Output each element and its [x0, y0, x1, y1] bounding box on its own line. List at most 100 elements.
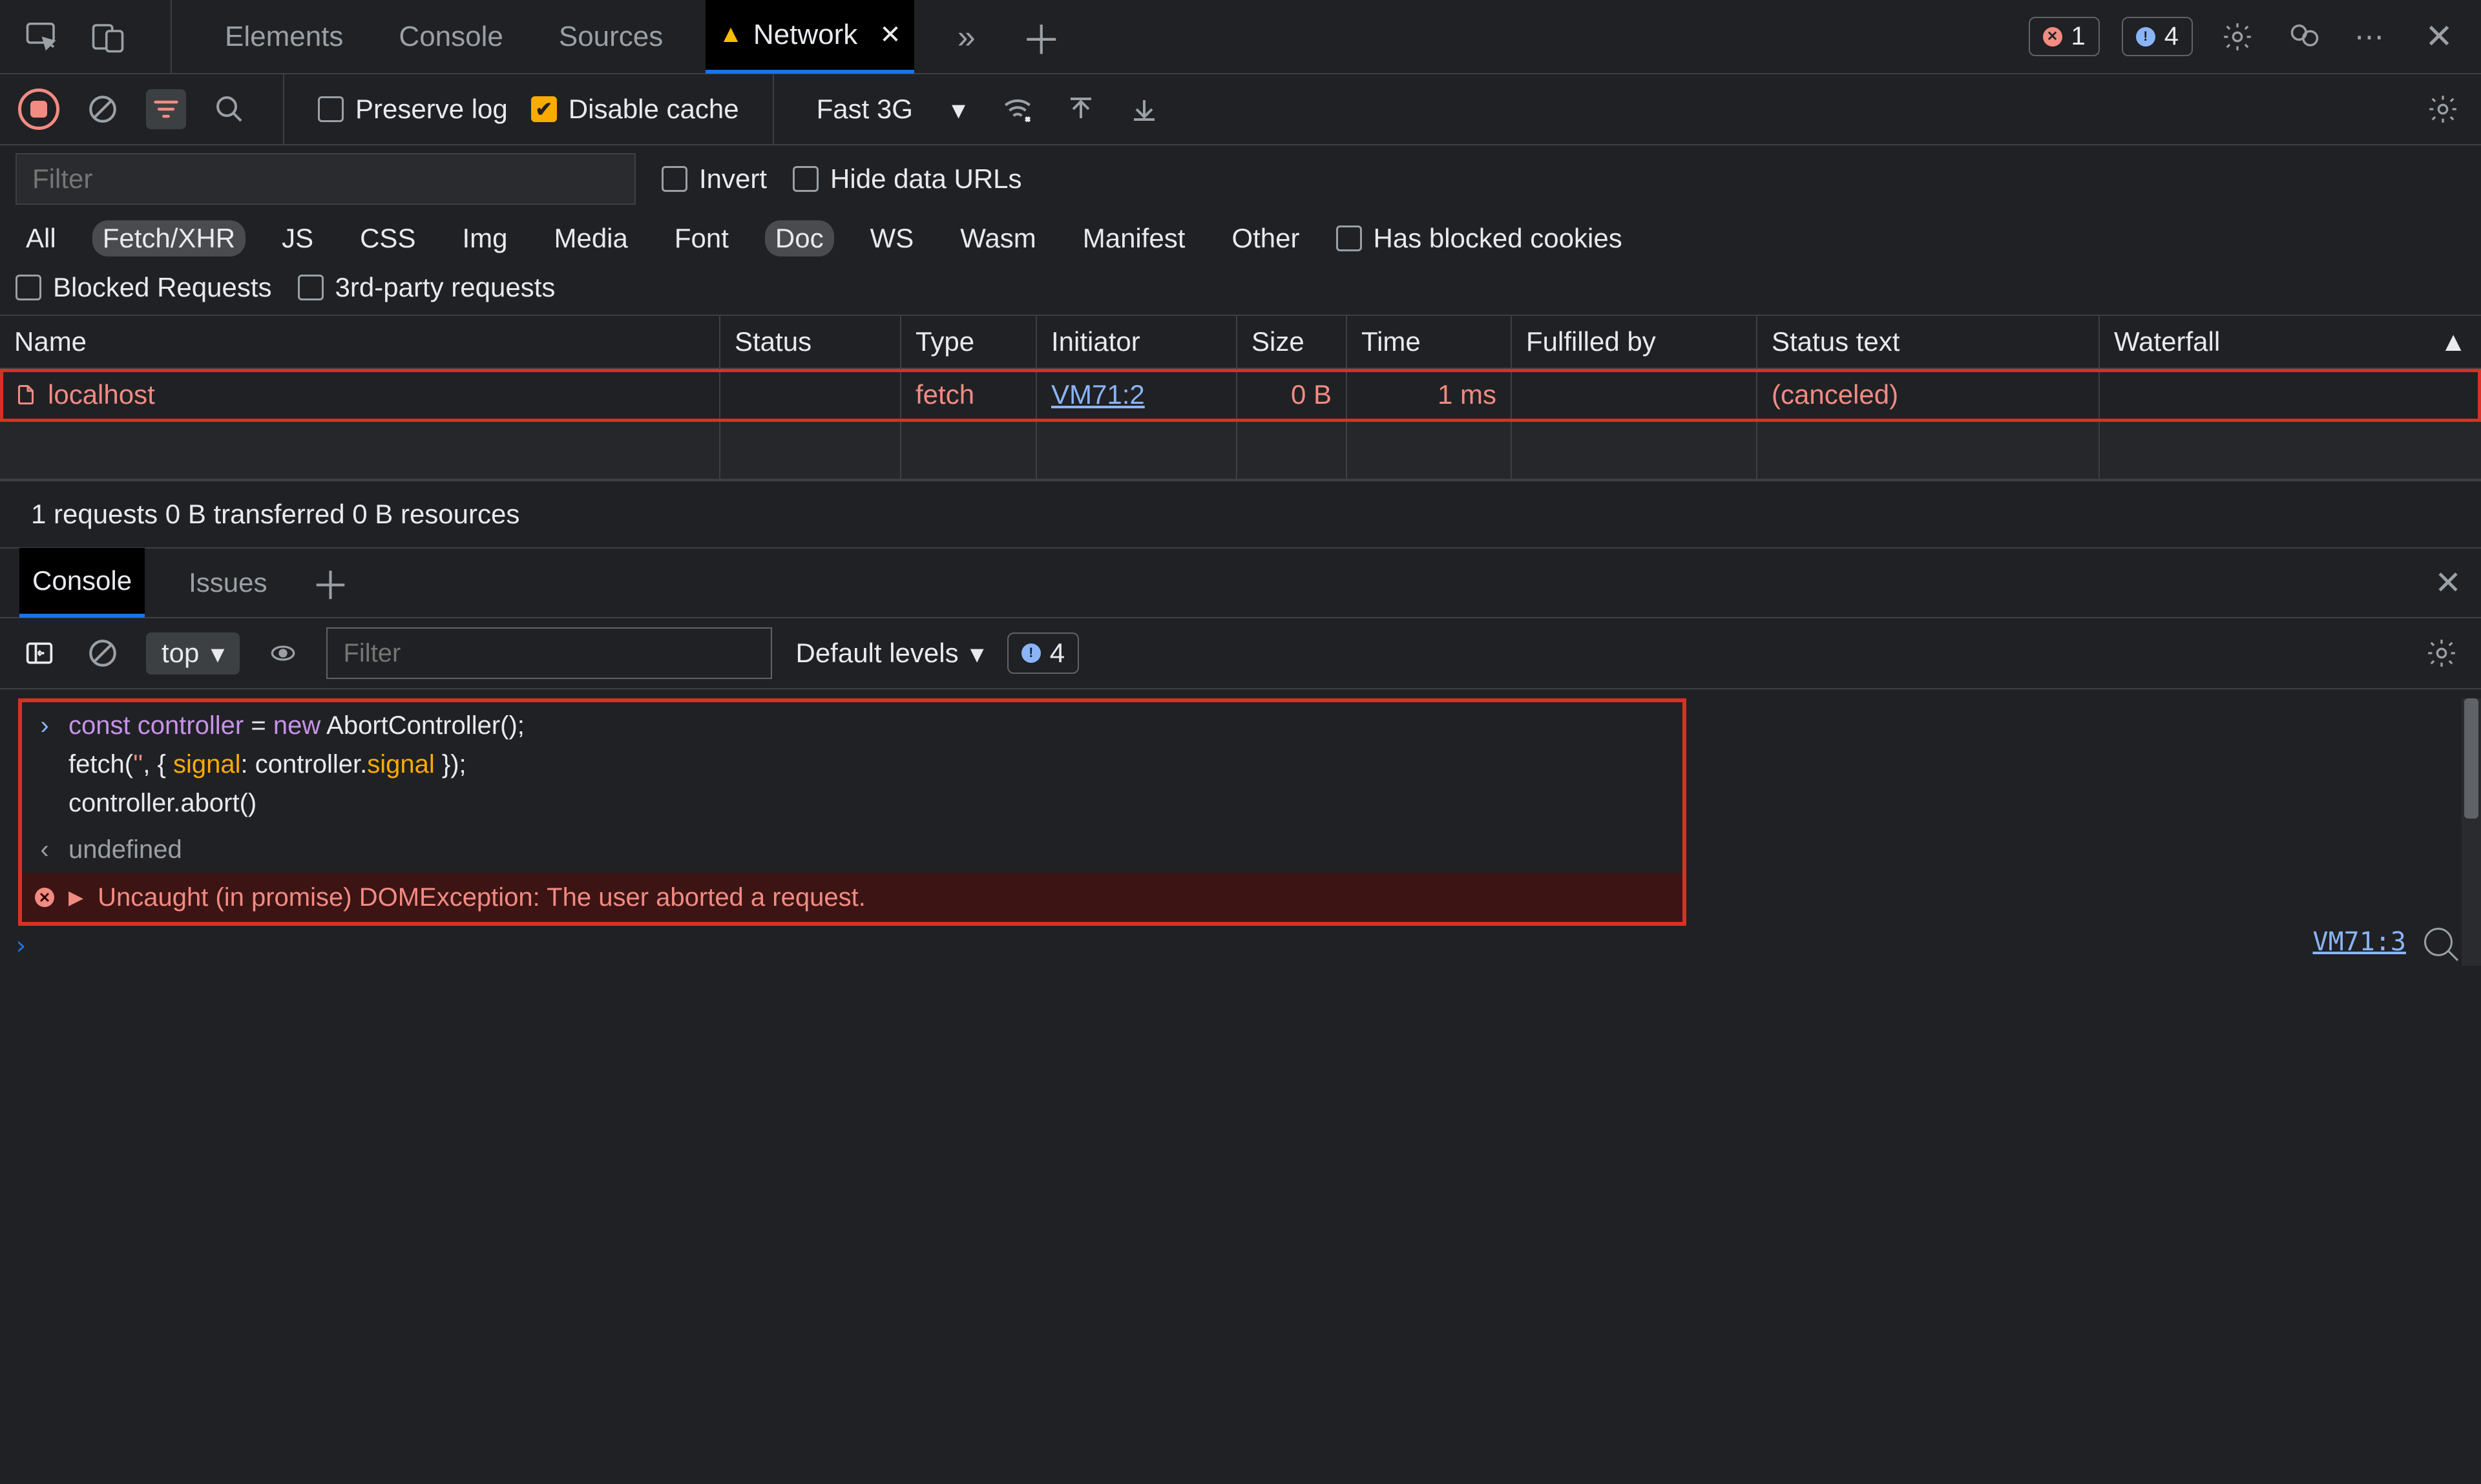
console-input[interactable]: › const controller = new AbortController…	[22, 702, 1682, 826]
error-message: Uncaught (in promise) DOMException: The …	[98, 878, 866, 917]
third-party-checkbox[interactable]: 3rd-party requests	[298, 272, 556, 303]
console-sidebar-icon[interactable]	[19, 633, 59, 673]
drawer-tab-issues[interactable]: Issues	[176, 548, 280, 618]
console-settings-icon[interactable]	[2422, 633, 2462, 673]
type-img[interactable]: Img	[452, 220, 518, 256]
inspect-element-icon[interactable]	[19, 14, 65, 59]
type-all[interactable]: All	[16, 220, 67, 256]
type-other[interactable]: Other	[1221, 220, 1310, 256]
col-time[interactable]: Time	[1347, 316, 1512, 369]
has-blocked-cookies-checkbox[interactable]: Has blocked cookies	[1336, 223, 1622, 254]
type-media[interactable]: Media	[543, 220, 638, 256]
issues-count: 4	[2164, 22, 2179, 51]
col-size[interactable]: Size	[1237, 316, 1347, 369]
col-status-text[interactable]: Status text	[1757, 316, 2100, 369]
col-type[interactable]: Type	[901, 316, 1037, 369]
download-har-icon[interactable]	[1124, 89, 1164, 129]
chevron-down-icon: ▾	[970, 638, 984, 669]
type-css[interactable]: CSS	[350, 220, 426, 256]
filter-input[interactable]	[16, 153, 636, 205]
type-fetch-xhr[interactable]: Fetch/XHR	[92, 220, 246, 256]
clear-icon[interactable]	[83, 89, 123, 129]
console-body: › const controller = new AbortController…	[0, 698, 2481, 966]
close-icon[interactable]: ✕	[879, 20, 901, 50]
device-toolbar-icon[interactable]	[85, 14, 131, 59]
request-time: 1 ms	[1347, 369, 1512, 422]
type-font[interactable]: Font	[664, 220, 739, 256]
request-initiator-link[interactable]: VM71:2	[1051, 379, 1145, 410]
input-caret-icon: ›	[35, 706, 54, 745]
sort-asc-icon: ▲	[2440, 326, 2467, 357]
drawer-tab-console[interactable]: Console	[19, 548, 145, 618]
close-devtools-icon[interactable]: ✕	[2416, 14, 2462, 59]
error-source-link[interactable]: VM71:3	[2313, 927, 2407, 957]
col-waterfall[interactable]: Waterfall ▲	[2100, 316, 2481, 369]
type-manifest[interactable]: Manifest	[1073, 220, 1196, 256]
tab-network[interactable]: ▲ Network ✕	[706, 0, 914, 74]
request-name: localhost	[48, 379, 155, 410]
warning-icon: ▲	[718, 21, 743, 48]
error-count-badge[interactable]: ✕ 1	[2029, 17, 2100, 56]
console-error[interactable]: ✕ ▶ Uncaught (in promise) DOMException: …	[22, 873, 1682, 922]
issues-count-badge[interactable]: ! 4	[2122, 17, 2193, 56]
hide-data-urls-checkbox[interactable]: Hide data URLs	[793, 163, 1021, 194]
search-icon[interactable]	[209, 89, 249, 129]
type-wasm[interactable]: Wasm	[950, 220, 1046, 256]
kebab-menu-icon[interactable]: ⋯	[2349, 14, 2394, 59]
preserve-log-checkbox[interactable]: Preserve log	[318, 94, 508, 125]
reveal-icon[interactable]	[2424, 928, 2453, 956]
upload-har-icon[interactable]	[1061, 89, 1101, 129]
table-row[interactable]: localhost fetch VM71:2 0 B 1 ms (cancele…	[0, 369, 2481, 422]
add-tab-icon[interactable]: ＋	[1019, 14, 1064, 59]
type-doc[interactable]: Doc	[765, 220, 834, 256]
type-ws[interactable]: WS	[860, 220, 925, 256]
expand-icon[interactable]: ▶	[68, 883, 83, 912]
clear-console-icon[interactable]	[83, 633, 123, 673]
settings-icon[interactable]	[2215, 14, 2260, 59]
network-toolbar: Preserve log ✔Disable cache Fast 3G ▾	[0, 74, 2481, 145]
devtools-tabstrip: Elements Console Sources ▲ Network ✕ » ＋…	[0, 0, 2481, 74]
drawer-tabstrip: Console Issues ＋ ✕	[0, 549, 2481, 618]
blocked-requests-checkbox[interactable]: Blocked Requests	[16, 272, 272, 303]
filter-toggle-icon[interactable]	[146, 89, 186, 129]
console-toolbar: top ▾ Default levels ▾ ! 4	[0, 618, 2481, 689]
console-filter-input[interactable]	[326, 627, 772, 679]
more-tabs-icon[interactable]: »	[944, 14, 989, 59]
request-type: fetch	[901, 369, 1037, 422]
add-drawer-tab-icon[interactable]: ＋	[311, 555, 350, 611]
table-header: Name Status Type Initiator Size Time Ful…	[0, 316, 2481, 369]
throttling-select[interactable]: Fast 3G ▾	[808, 94, 974, 125]
console-prompt[interactable]: ›	[0, 926, 2481, 966]
tab-elements[interactable]: Elements	[212, 0, 356, 74]
context-select[interactable]: top ▾	[146, 632, 240, 674]
output-value: undefined	[68, 830, 182, 869]
chevron-down-icon: ▾	[952, 94, 965, 125]
col-fulfilled-by[interactable]: Fulfilled by	[1512, 316, 1757, 369]
disable-cache-checkbox[interactable]: ✔Disable cache	[531, 94, 739, 125]
request-status-text: (canceled)	[1757, 369, 2100, 422]
col-name[interactable]: Name	[0, 316, 720, 369]
scrollbar[interactable]	[2462, 698, 2481, 966]
output-caret-icon: ‹	[35, 830, 54, 869]
feedback-icon[interactable]	[2282, 14, 2327, 59]
network-conditions-icon[interactable]	[998, 89, 1038, 129]
issue-icon: !	[2136, 27, 2155, 47]
col-initiator[interactable]: Initiator	[1037, 316, 1237, 369]
invert-checkbox[interactable]: Invert	[662, 163, 767, 194]
col-status[interactable]: Status	[720, 316, 901, 369]
console-issues-badge[interactable]: ! 4	[1007, 632, 1079, 674]
record-button[interactable]	[18, 89, 59, 130]
error-icon: ✕	[2043, 27, 2062, 47]
chevron-down-icon: ▾	[211, 638, 224, 669]
log-levels-select[interactable]: Default levels ▾	[795, 638, 983, 669]
type-js[interactable]: JS	[271, 220, 324, 256]
tab-console[interactable]: Console	[386, 0, 516, 74]
tab-sources[interactable]: Sources	[546, 0, 676, 74]
close-drawer-icon[interactable]: ✕	[2434, 564, 2462, 601]
request-fulfilled-by	[1512, 369, 1757, 422]
network-status-bar: 1 requests 0 B transferred 0 B resources	[0, 481, 2481, 549]
network-settings-icon[interactable]	[2423, 89, 2463, 129]
request-size: 0 B	[1237, 369, 1347, 422]
request-status	[720, 369, 901, 422]
live-expression-icon[interactable]	[263, 633, 303, 673]
